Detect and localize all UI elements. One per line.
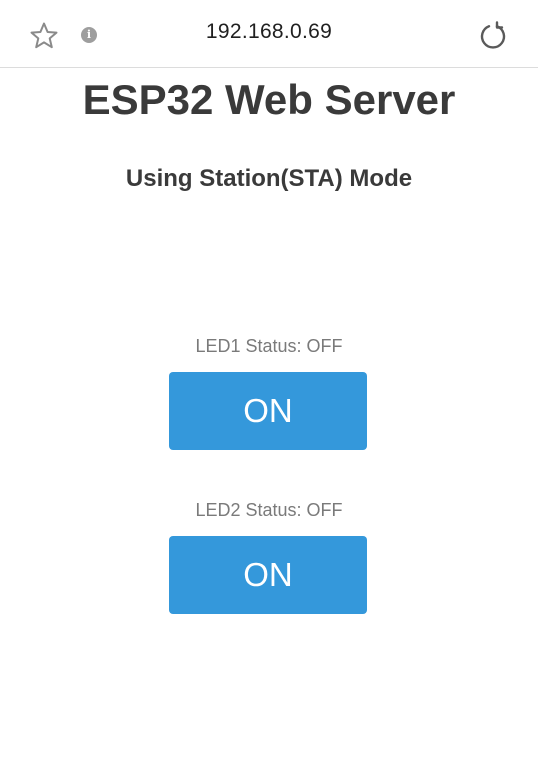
reload-icon[interactable] [478,21,508,51]
led2-status: LED2 Status: OFF [195,500,343,520]
page-subtitle: Using Station(STA) Mode [125,165,413,192]
address-bar-url[interactable]: 192.168.0.69 [0,20,538,44]
browser-toolbar: i 192.168.0.69 [0,0,538,68]
page-title: ESP32 Web Server [82,76,456,123]
led1-on-button[interactable]: ON [169,372,367,450]
led1-status: LED1 Status: OFF [195,336,343,356]
led2-on-button[interactable]: ON [169,536,367,614]
